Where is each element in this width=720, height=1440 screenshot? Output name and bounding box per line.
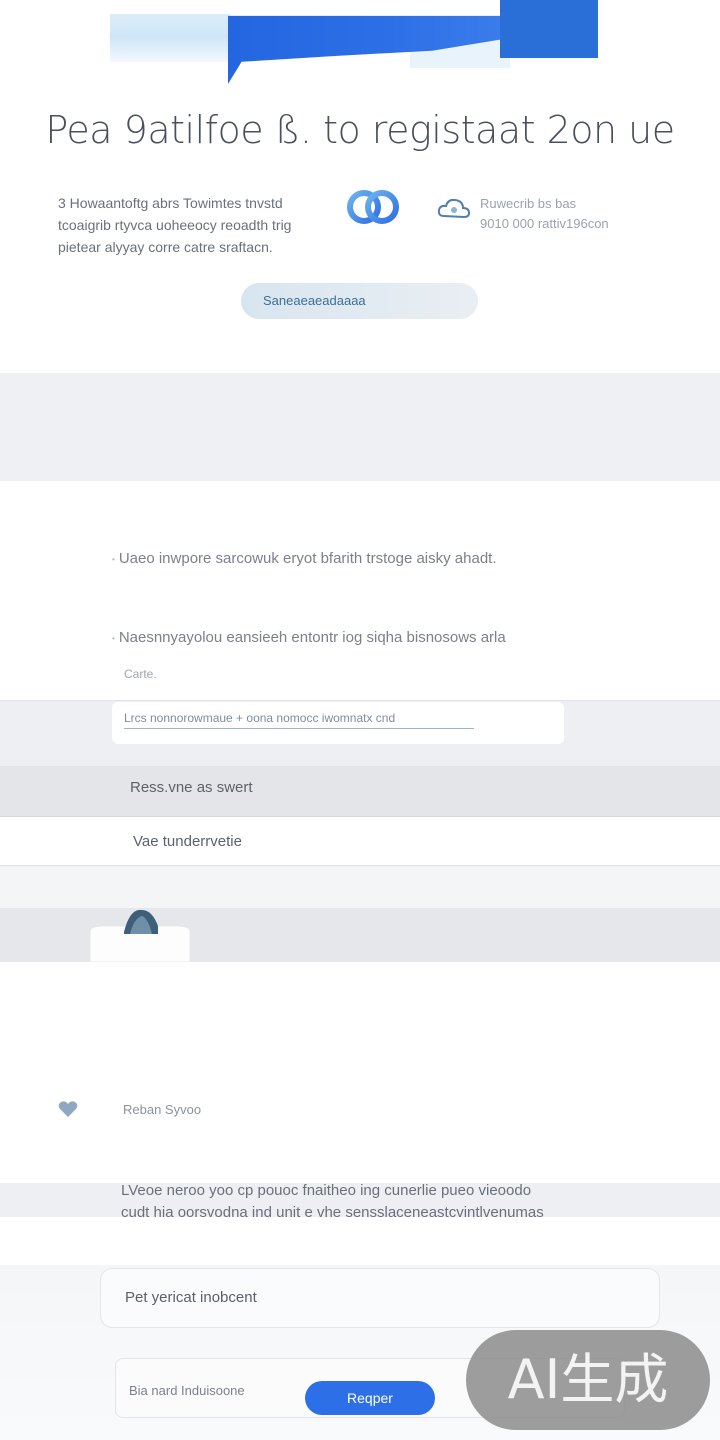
register-button[interactable]: Reqper xyxy=(305,1381,435,1415)
stats-line: Ruwecrib bs bas xyxy=(480,196,577,211)
bullet-text: Uaeo inwpore sarcowuk eryot bfarith trst… xyxy=(118,550,497,567)
ai-generated-badge: AI生成 xyxy=(466,1330,710,1430)
cloud-icon xyxy=(437,198,471,219)
page-title: Pea 9atilfoe ß. to registaat 2on ue xyxy=(45,108,675,152)
spacer-band xyxy=(0,866,720,908)
payment-card[interactable]: Pet yericat inobcent xyxy=(100,1268,660,1328)
heart-icon[interactable] xyxy=(58,1100,78,1118)
option-label: Vae tunderrvetie xyxy=(133,833,242,850)
option-label: Ress.vne as swert xyxy=(130,779,253,796)
bullet-dot-icon: • xyxy=(112,633,115,643)
stats-text: Ruwecrib bs bas 9010 000 rattiv196con xyxy=(480,194,609,234)
reason-label: Reban Syvoo xyxy=(123,1102,202,1117)
intro-line: 3 Howaantoftg abrs Towimtes tnvstd xyxy=(58,195,283,211)
paragraph-line: LVeoe neroo yoo cp pouoc fnaitheo ing cu… xyxy=(121,1182,532,1199)
hero-white-band xyxy=(110,0,450,14)
intro-line: tcoaigrib rtyvca uoheeocy reoadth trig xyxy=(58,217,292,233)
bullet-dot-icon: • xyxy=(112,554,115,564)
white-strip xyxy=(0,1217,537,1265)
bullet-item: • Naesnnyayolou eansieeh entontr iog siqh… xyxy=(112,629,506,646)
hero-blue-block xyxy=(500,0,598,58)
product-image xyxy=(89,909,191,962)
register-card-label: Bia nard Induisoone xyxy=(129,1383,245,1398)
bullet-item: • Uaeo inwpore sarcowuk eryot bfarith trs… xyxy=(112,550,497,567)
option-row[interactable] xyxy=(0,766,720,817)
field-caption: Carte. xyxy=(124,667,157,681)
intro-line: pietear alyyay corre catre sraftacn. xyxy=(58,239,273,255)
link-icon xyxy=(347,190,399,224)
intro-text: 3 Howaantoftg abrs Towimtes tnvstd tcoai… xyxy=(58,192,320,258)
stats-line: 9010 000 rattiv196con xyxy=(480,216,609,231)
text-field[interactable] xyxy=(124,708,474,729)
section-divider-band xyxy=(0,373,720,481)
bullet-text: Naesnnyayolou eansieeh entontr iog siqha… xyxy=(118,629,506,646)
primary-pill-button[interactable]: Saneaeaeadaaaa xyxy=(241,283,478,319)
option-row[interactable] xyxy=(0,817,720,866)
hero-banner xyxy=(110,0,600,90)
